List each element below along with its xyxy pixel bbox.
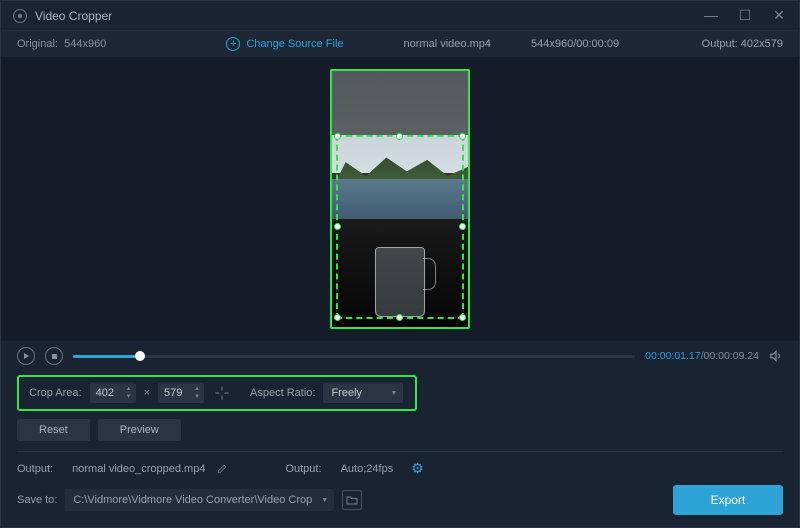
- seek-fill: [73, 355, 140, 358]
- output-file-label: Output:: [17, 463, 53, 475]
- reset-button[interactable]: Reset: [17, 419, 90, 441]
- save-to-label: Save to:: [17, 494, 57, 506]
- crop-settings-row: Crop Area: 402 ▲▼ × 579 ▲▼ Aspect Ratio:…: [17, 375, 417, 411]
- aspect-ratio-select[interactable]: Freely: [323, 383, 403, 403]
- original-dims: 544x960: [64, 38, 106, 50]
- source-dims-duration: 544x960/00:00:09: [531, 38, 619, 50]
- output-settings-label: Output:: [285, 463, 321, 475]
- window-title: Video Cropper: [35, 9, 112, 23]
- output-filename: normal video_cropped.mp4: [72, 463, 205, 475]
- change-source-button[interactable]: + Change Source File: [226, 37, 343, 51]
- info-bar: Original: 544x960 + Change Source File n…: [1, 31, 799, 57]
- export-button[interactable]: Export: [673, 485, 783, 515]
- output-row: Output: normal video_cropped.mp4 Output:…: [1, 452, 799, 477]
- aspect-ratio-label: Aspect Ratio:: [250, 387, 315, 399]
- crop-rectangle[interactable]: [336, 135, 464, 319]
- minimize-button[interactable]: —: [703, 7, 719, 24]
- crop-mask-top: [332, 71, 468, 135]
- save-row: Save to: C:\Vidmore\Vidmore Video Conver…: [1, 477, 799, 527]
- width-up[interactable]: ▲: [124, 385, 134, 393]
- seek-thumb[interactable]: [135, 351, 145, 361]
- crop-height-input[interactable]: 579 ▲▼: [158, 383, 204, 403]
- height-up[interactable]: ▲: [192, 385, 202, 393]
- crop-area-label: Crop Area:: [29, 387, 82, 399]
- action-row: Reset Preview: [1, 411, 799, 441]
- height-down[interactable]: ▼: [192, 393, 202, 401]
- save-path-select[interactable]: C:\Vidmore\Vidmore Video Converter\Video…: [65, 489, 334, 511]
- multiply-icon: ×: [144, 387, 150, 399]
- aspect-ratio-value: Freely: [331, 387, 362, 399]
- time-total: 00:00:09.24: [704, 350, 759, 362]
- source-filename: normal video.mp4: [404, 38, 491, 50]
- output-dims-summary: Output: 402x579: [702, 38, 783, 50]
- crop-width-value: 402: [96, 387, 120, 399]
- crop-handle-ml[interactable]: [334, 223, 341, 230]
- settings-gear-icon[interactable]: ⚙: [411, 460, 424, 477]
- play-button[interactable]: [17, 347, 35, 365]
- crop-handle-tr[interactable]: [459, 133, 466, 140]
- crop-handle-tl[interactable]: [334, 133, 341, 140]
- playback-controls: 00:00:01.17/00:00:09.24: [1, 341, 799, 369]
- preview-button[interactable]: Preview: [98, 419, 181, 441]
- crop-handle-tc[interactable]: [396, 133, 403, 140]
- close-button[interactable]: ✕: [771, 7, 787, 24]
- save-path-value: C:\Vidmore\Vidmore Video Converter\Video…: [73, 494, 312, 506]
- crop-width-input[interactable]: 402 ▲▼: [90, 383, 136, 403]
- change-source-label: Change Source File: [246, 38, 343, 50]
- stop-button[interactable]: [45, 347, 63, 365]
- volume-icon[interactable]: [769, 349, 783, 363]
- width-down[interactable]: ▼: [124, 393, 134, 401]
- time-current: 00:00:01.17: [645, 350, 700, 362]
- video-frame[interactable]: [330, 69, 470, 329]
- maximize-button[interactable]: ☐: [737, 7, 753, 24]
- app-icon: [13, 9, 27, 23]
- output-settings-value: Auto;24fps: [341, 463, 394, 475]
- center-crop-button[interactable]: [212, 383, 232, 403]
- time-display: 00:00:01.17/00:00:09.24: [645, 350, 759, 362]
- crop-height-value: 579: [164, 387, 188, 399]
- edit-icon[interactable]: [217, 464, 227, 474]
- original-label: Original:: [17, 38, 58, 50]
- open-folder-button[interactable]: [342, 490, 362, 510]
- titlebar: Video Cropper — ☐ ✕: [1, 1, 799, 31]
- preview-area: [1, 57, 799, 341]
- plus-icon: +: [226, 37, 240, 51]
- seek-slider[interactable]: [73, 355, 635, 358]
